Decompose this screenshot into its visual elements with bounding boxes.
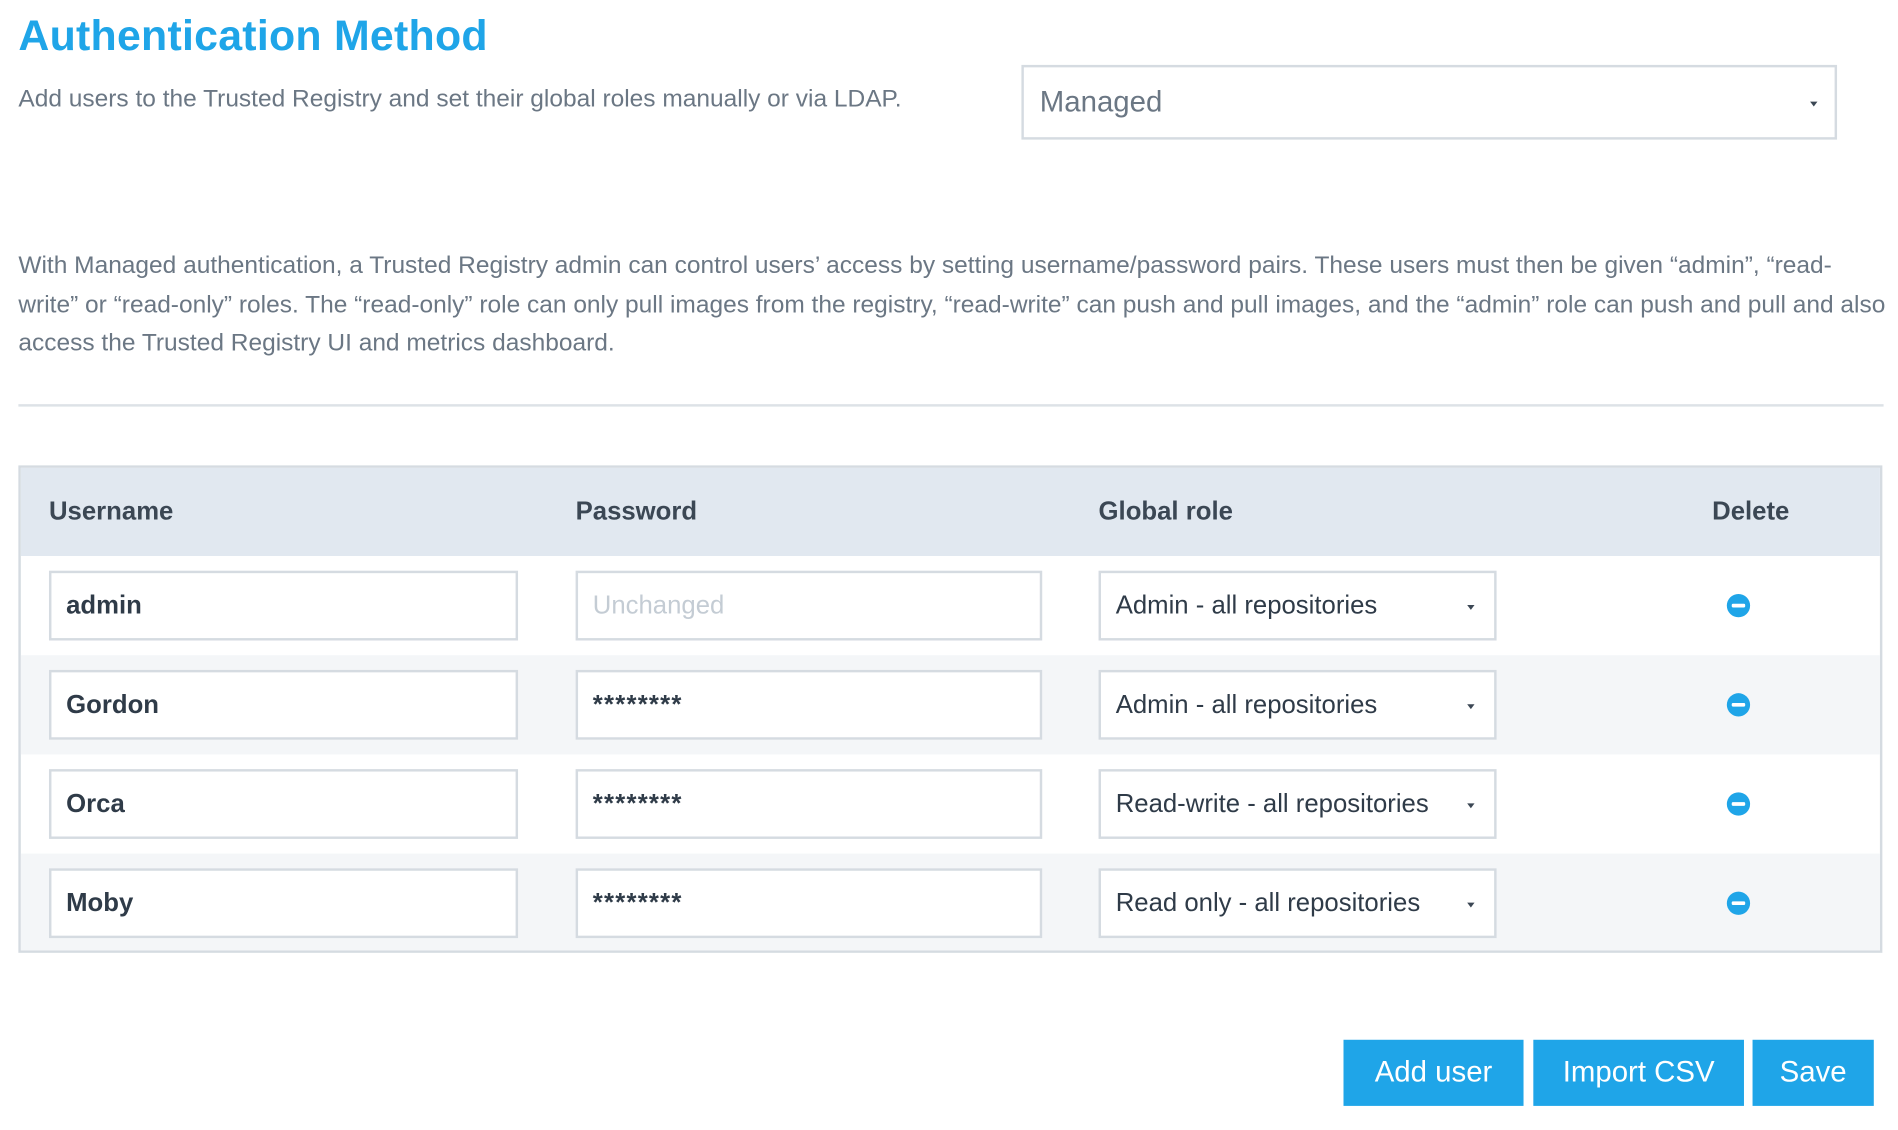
table-row: Moby ******** Read only - all repositori… <box>20 853 1880 951</box>
auth-description: With Managed authentication, a Trusted R… <box>18 252 1886 357</box>
table-row: admin Unchanged Admin - all repositories <box>21 556 1880 655</box>
global-role-value: Read only - all repositories <box>1115 888 1421 917</box>
table-row: Gordon ******** Admin - all repositories <box>20 655 1880 755</box>
auth-method-value: Managed <box>1039 85 1163 119</box>
global-role-select[interactable]: Read-write - all repositories <box>1098 769 1497 839</box>
username-input[interactable]: Gordon <box>48 669 519 740</box>
chevron-down-icon <box>1467 605 1475 610</box>
add-user-button[interactable]: Add user <box>1343 1039 1524 1106</box>
column-header-username: Username <box>48 497 174 526</box>
save-button[interactable]: Save <box>1752 1039 1874 1106</box>
password-input[interactable]: Unchanged <box>575 570 1043 641</box>
column-header-delete: Delete <box>1712 497 1790 526</box>
global-role-value: Read-write - all repositories <box>1115 789 1429 818</box>
username-input[interactable]: Orca <box>48 769 519 839</box>
delete-user-button[interactable] <box>1726 792 1751 816</box>
import-csv-button[interactable]: Import CSV <box>1533 1039 1744 1106</box>
chevron-down-icon <box>1467 902 1475 908</box>
username-input[interactable]: admin <box>48 570 519 641</box>
divider <box>18 404 1884 407</box>
column-header-global-role: Global role <box>1098 497 1233 526</box>
chevron-down-icon <box>1810 101 1818 107</box>
password-input[interactable]: ******** <box>575 868 1043 939</box>
auth-method-select[interactable]: Managed <box>1021 64 1838 140</box>
page-title: Authentication Method <box>18 12 488 61</box>
users-table: Username Password Global role Delete adm… <box>18 465 1883 953</box>
delete-user-button[interactable] <box>1726 593 1751 618</box>
username-input[interactable]: Moby <box>48 868 519 939</box>
table-row: Orca ******** Read-write - all repositor… <box>21 754 1880 853</box>
column-header-password: Password <box>575 497 698 526</box>
password-input[interactable]: ******** <box>575 669 1043 740</box>
table-header: Username Password Global role Delete <box>20 467 1880 557</box>
global-role-value: Admin - all repositories <box>1115 590 1378 620</box>
chevron-down-icon <box>1467 803 1475 809</box>
global-role-select[interactable]: Admin - all repositories <box>1098 669 1497 740</box>
page-subtitle: Add users to the Trusted Registry and se… <box>18 85 902 113</box>
password-input[interactable]: ******** <box>575 769 1043 839</box>
page: Authentication Method Add users to the T… <box>0 0 1898 1130</box>
delete-user-button[interactable] <box>1726 891 1751 915</box>
global-role-select[interactable]: Admin - all repositories <box>1098 570 1497 641</box>
global-role-value: Admin - all repositories <box>1115 690 1378 719</box>
delete-user-button[interactable] <box>1726 693 1751 717</box>
global-role-select[interactable]: Read only - all repositories <box>1098 868 1497 939</box>
chevron-down-icon <box>1467 704 1475 710</box>
